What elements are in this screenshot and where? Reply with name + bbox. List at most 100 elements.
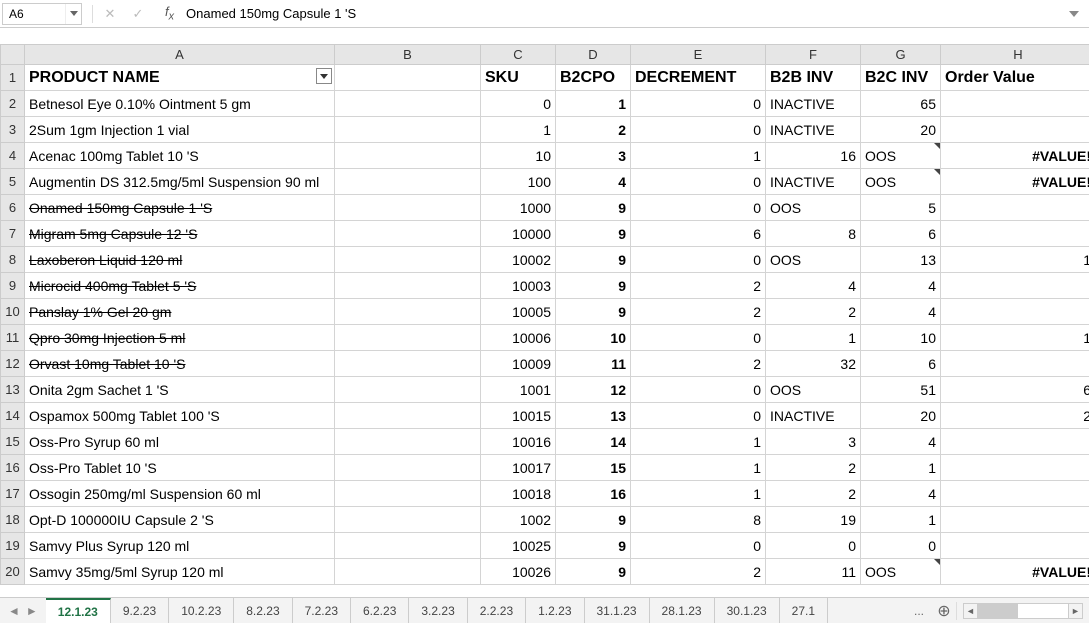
cell-C4[interactable]: 10 <box>481 143 556 169</box>
cell-D13[interactable]: 12 <box>556 377 631 403</box>
cell-E8[interactable]: 0 <box>631 247 766 273</box>
cell-F5[interactable]: INACTIVE <box>766 169 861 195</box>
cell-B12[interactable] <box>335 351 481 377</box>
cell-G17[interactable]: 4 <box>861 481 941 507</box>
cell-F8[interactable]: OOS <box>766 247 861 273</box>
header-cell-C[interactable]: SKU <box>481 65 556 91</box>
cell-E19[interactable]: 0 <box>631 533 766 559</box>
add-sheet-button[interactable]: ⊕ <box>932 601 956 621</box>
cell-C9[interactable]: 10003 <box>481 273 556 299</box>
cell-B6[interactable] <box>335 195 481 221</box>
sheet-tab[interactable]: 27.1 <box>780 598 828 623</box>
cell-H14[interactable]: 2 <box>941 403 1089 429</box>
cell-F10[interactable]: 2 <box>766 299 861 325</box>
cell-C12[interactable]: 10009 <box>481 351 556 377</box>
cell-B18[interactable] <box>335 507 481 533</box>
cell-G19[interactable]: 0 <box>861 533 941 559</box>
row-header[interactable]: 20 <box>1 559 25 585</box>
cell-F17[interactable]: 2 <box>766 481 861 507</box>
name-box-dropdown-icon[interactable] <box>65 4 81 24</box>
cell-A16[interactable]: Oss-Pro Tablet 10 'S <box>25 455 335 481</box>
cell-F3[interactable]: INACTIVE <box>766 117 861 143</box>
cell-D4[interactable]: 3 <box>556 143 631 169</box>
cell-D9[interactable]: 9 <box>556 273 631 299</box>
cell-H7[interactable] <box>941 221 1089 247</box>
cell-A20[interactable]: Samvy 35mg/5ml Syrup 120 ml <box>25 559 335 585</box>
header-cell-H[interactable]: Order Value <box>941 65 1089 91</box>
fx-icon[interactable]: fx <box>165 4 174 23</box>
sheet-tab[interactable]: 6.2.23 <box>351 598 409 623</box>
cell-F11[interactable]: 1 <box>766 325 861 351</box>
cell-A3[interactable]: 2Sum 1gm Injection 1 vial <box>25 117 335 143</box>
cell-D12[interactable]: 11 <box>556 351 631 377</box>
cell-E6[interactable]: 0 <box>631 195 766 221</box>
sheet-tab[interactable]: 9.2.23 <box>111 598 169 623</box>
cell-F12[interactable]: 32 <box>766 351 861 377</box>
cell-G15[interactable]: 4 <box>861 429 941 455</box>
column-header-E[interactable]: E <box>631 45 766 65</box>
sheet-tab[interactable]: 7.2.23 <box>293 598 351 623</box>
cell-D10[interactable]: 9 <box>556 299 631 325</box>
row-header[interactable]: 5 <box>1 169 25 195</box>
row-header[interactable]: 6 <box>1 195 25 221</box>
cell-F7[interactable]: 8 <box>766 221 861 247</box>
cell-H8[interactable]: 1 <box>941 247 1089 273</box>
expand-formula-bar-icon[interactable] <box>1063 3 1085 25</box>
row-header[interactable]: 8 <box>1 247 25 273</box>
cell-C5[interactable]: 100 <box>481 169 556 195</box>
cell-E5[interactable]: 0 <box>631 169 766 195</box>
cell-B14[interactable] <box>335 403 481 429</box>
cell-G14[interactable]: 20 <box>861 403 941 429</box>
cell-E9[interactable]: 2 <box>631 273 766 299</box>
column-header-C[interactable]: C <box>481 45 556 65</box>
sheet-tab[interactable]: 12.1.23 <box>46 598 111 623</box>
cell-B10[interactable] <box>335 299 481 325</box>
tab-nav-next-icon[interactable]: ► <box>24 604 40 618</box>
header-cell-F[interactable]: B2B INV <box>766 65 861 91</box>
cell-G9[interactable]: 4 <box>861 273 941 299</box>
filter-dropdown-icon[interactable] <box>316 68 332 84</box>
cell-H2[interactable] <box>941 91 1089 117</box>
cell-D14[interactable]: 13 <box>556 403 631 429</box>
header-cell-E[interactable]: DECREMENT <box>631 65 766 91</box>
cell-G18[interactable]: 1 <box>861 507 941 533</box>
cell-B4[interactable] <box>335 143 481 169</box>
cell-C19[interactable]: 10025 <box>481 533 556 559</box>
sheet-tab[interactable]: 31.1.23 <box>585 598 650 623</box>
cell-B9[interactable] <box>335 273 481 299</box>
row-header[interactable]: 1 <box>1 65 25 91</box>
cell-D19[interactable]: 9 <box>556 533 631 559</box>
cell-H17[interactable] <box>941 481 1089 507</box>
row-header[interactable]: 13 <box>1 377 25 403</box>
cell-A5[interactable]: Augmentin DS 312.5mg/5ml Suspension 90 m… <box>25 169 335 195</box>
cell-D18[interactable]: 9 <box>556 507 631 533</box>
scroll-right-icon[interactable]: ► <box>1068 604 1082 618</box>
cell-C15[interactable]: 10016 <box>481 429 556 455</box>
cell-B2[interactable] <box>335 91 481 117</box>
cell-D15[interactable]: 14 <box>556 429 631 455</box>
header-cell-G[interactable]: B2C INV <box>861 65 941 91</box>
cell-G2[interactable]: 65 <box>861 91 941 117</box>
cell-H13[interactable]: 6 <box>941 377 1089 403</box>
sheet-tab[interactable]: 2.2.23 <box>468 598 526 623</box>
cell-A6[interactable]: Onamed 150mg Capsule 1 'S <box>25 195 335 221</box>
cell-B17[interactable] <box>335 481 481 507</box>
cancel-formula-icon[interactable]: ✕ <box>99 3 121 25</box>
formula-input[interactable]: Onamed 150mg Capsule 1 'S <box>182 3 1063 25</box>
cell-E2[interactable]: 0 <box>631 91 766 117</box>
cell-G20[interactable]: OOS <box>861 559 941 585</box>
cell-G6[interactable]: 5 <box>861 195 941 221</box>
cell-B7[interactable] <box>335 221 481 247</box>
row-header[interactable]: 14 <box>1 403 25 429</box>
tabs-overflow[interactable]: ... <box>906 604 932 618</box>
cell-C10[interactable]: 10005 <box>481 299 556 325</box>
row-header[interactable]: 18 <box>1 507 25 533</box>
cell-F2[interactable]: INACTIVE <box>766 91 861 117</box>
cell-E10[interactable]: 2 <box>631 299 766 325</box>
row-header[interactable]: 10 <box>1 299 25 325</box>
cell-A4[interactable]: Acenac 100mg Tablet 10 'S <box>25 143 335 169</box>
horizontal-scrollbar[interactable]: ◄ ► <box>963 603 1083 619</box>
cell-G3[interactable]: 20 <box>861 117 941 143</box>
cell-E7[interactable]: 6 <box>631 221 766 247</box>
cell-G11[interactable]: 10 <box>861 325 941 351</box>
